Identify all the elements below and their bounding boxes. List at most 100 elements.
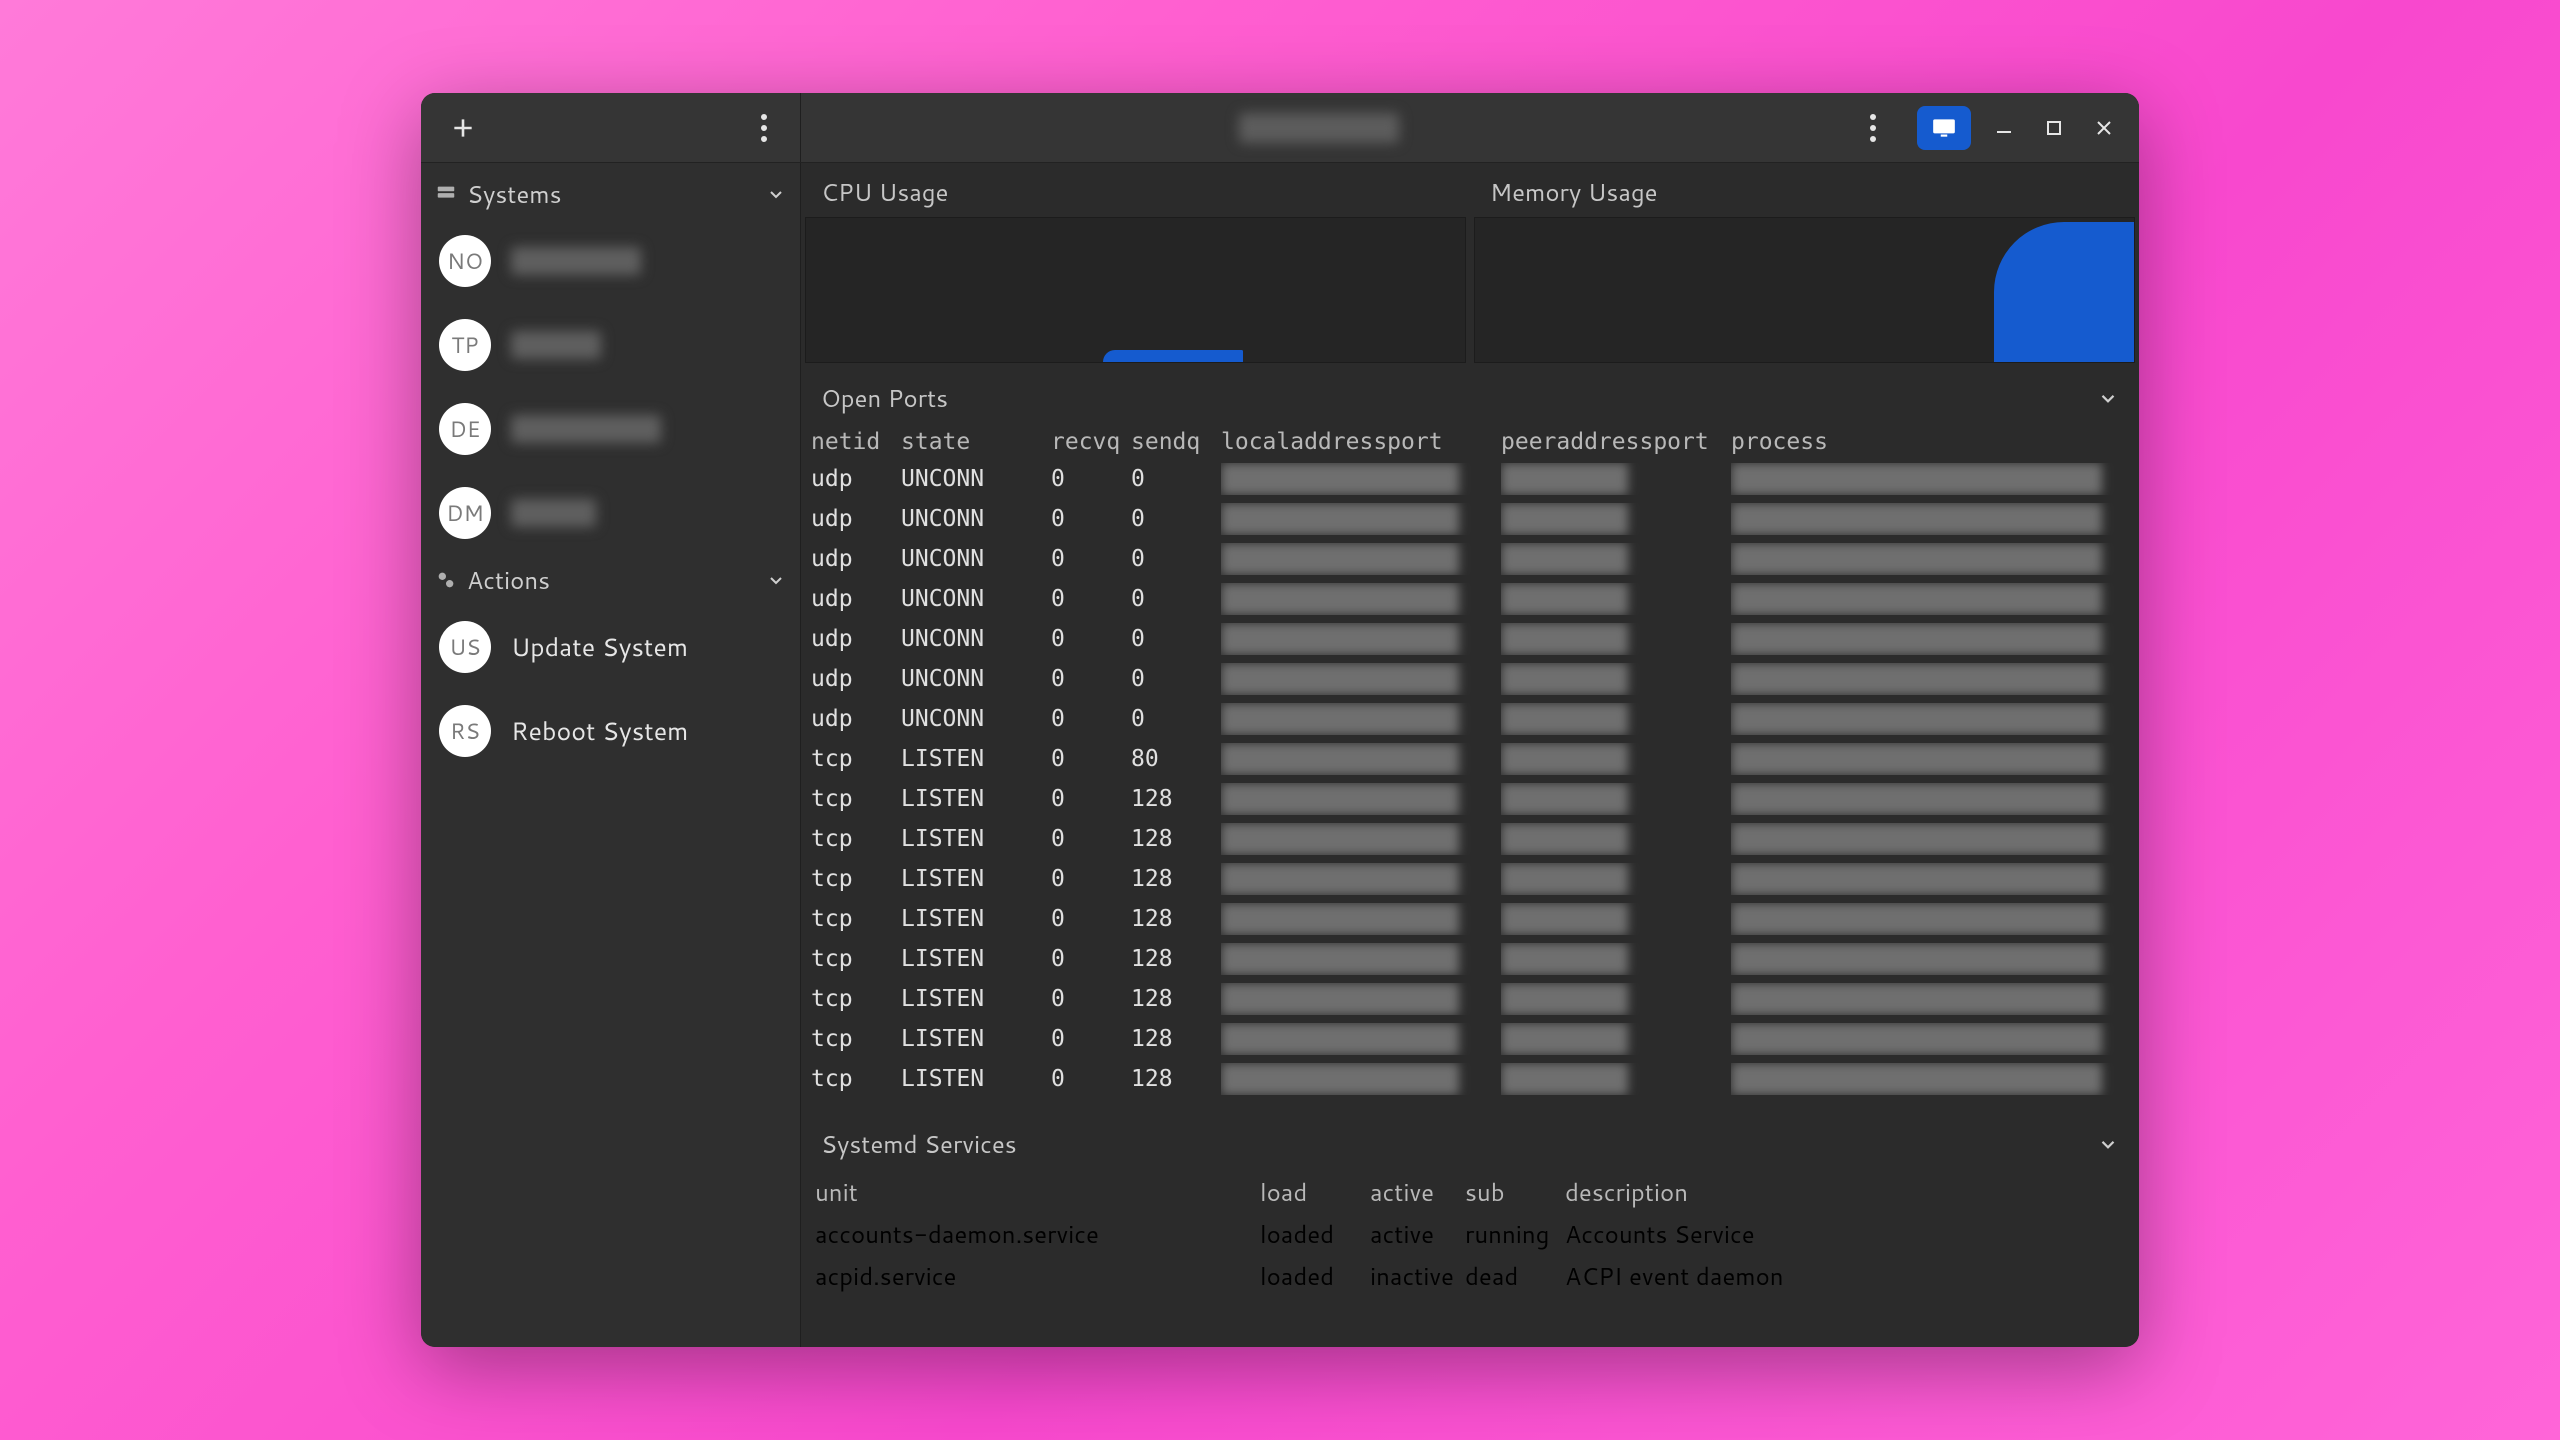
cell-process-redacted xyxy=(1731,663,2121,695)
cell-process-redacted xyxy=(1731,983,2121,1015)
app-indicator-button[interactable] xyxy=(1917,106,1971,150)
cell-recvq: 0 xyxy=(1051,626,1131,652)
table-row[interactable]: udpUNCONN00 xyxy=(811,459,2129,499)
cell-netid: tcp xyxy=(811,986,901,1012)
cell-sendq: 0 xyxy=(1131,586,1221,612)
kebab-icon xyxy=(1870,114,1876,142)
col-description: description xyxy=(1565,1175,2065,1209)
cell-recvq: 0 xyxy=(1051,546,1131,572)
cell-peeraddr-redacted xyxy=(1501,1023,1731,1055)
minimize-button[interactable] xyxy=(1979,103,2029,153)
cell-netid: tcp xyxy=(811,866,901,892)
cell-localaddr-redacted xyxy=(1221,943,1501,975)
systems-icon xyxy=(435,183,457,205)
cell-state: UNCONN xyxy=(901,586,1051,612)
open-ports-header[interactable]: Open Ports xyxy=(801,363,2139,425)
add-button[interactable] xyxy=(435,103,491,153)
sidebar-section-systems[interactable]: Systems xyxy=(421,169,800,219)
cell-recvq: 0 xyxy=(1051,666,1131,692)
sidebar-section-actions[interactable]: Actions xyxy=(421,555,800,605)
memory-usage-panel: Memory Usage xyxy=(1470,163,2139,363)
cell-state: UNCONN xyxy=(901,546,1051,572)
table-row[interactable]: tcpLISTEN080 xyxy=(811,739,2129,779)
cell-process-redacted xyxy=(1731,783,2121,815)
cell-netid: udp xyxy=(811,626,901,652)
cell-process-redacted xyxy=(1731,863,2121,895)
table-row[interactable]: tcpLISTEN0128 xyxy=(811,939,2129,979)
chevron-down-icon[interactable] xyxy=(2097,1133,2119,1155)
sidebar-item-system[interactable]: NO xyxy=(421,219,800,303)
cell-peeraddr-redacted xyxy=(1501,823,1731,855)
cell-sendq: 128 xyxy=(1131,986,1221,1012)
cell-peeraddr-redacted xyxy=(1501,943,1731,975)
table-row[interactable]: udpUNCONN00 xyxy=(811,619,2129,659)
cell-state: LISTEN xyxy=(901,906,1051,932)
table-row[interactable]: udpUNCONN00 xyxy=(811,659,2129,699)
cell-sendq: 128 xyxy=(1131,1026,1221,1052)
cell-process-redacted xyxy=(1731,623,2121,655)
table-row[interactable]: tcpLISTEN0128 xyxy=(811,779,2129,819)
table-row[interactable]: tcpLISTEN0128 xyxy=(811,899,2129,939)
sidebar-item-system[interactable]: TP xyxy=(421,303,800,387)
cell-localaddr-redacted xyxy=(1221,503,1501,535)
maximize-button[interactable] xyxy=(2029,103,2079,153)
avatar: DM xyxy=(439,487,491,539)
sidebar-item-system[interactable]: DE xyxy=(421,387,800,471)
table-row[interactable]: acpid.serviceloadedinactivedeadACPI even… xyxy=(815,1255,2125,1297)
table-row[interactable]: tcpLISTEN0128 xyxy=(811,819,2129,859)
table-row[interactable]: tcpLISTEN0128 xyxy=(811,979,2129,1019)
cell-localaddr-redacted xyxy=(1221,783,1501,815)
sidebar-item-label-redacted xyxy=(511,415,661,443)
cell-state: LISTEN xyxy=(901,986,1051,1012)
cell-recvq: 0 xyxy=(1051,706,1131,732)
col-localaddr: localaddressport xyxy=(1221,429,1501,455)
table-row[interactable]: tcpLISTEN0128 xyxy=(811,1019,2129,1059)
table-row[interactable]: udpUNCONN00 xyxy=(811,499,2129,539)
cell-peeraddr-redacted xyxy=(1501,583,1731,615)
chevron-down-icon xyxy=(766,184,786,204)
cell-unit: acpid.service xyxy=(815,1259,1260,1293)
cell-netid: tcp xyxy=(811,906,901,932)
systemd-services-header[interactable]: Systemd Services xyxy=(801,1109,2139,1171)
cell-process-redacted xyxy=(1731,943,2121,975)
sidebar-item-system[interactable]: DM xyxy=(421,471,800,555)
close-button[interactable] xyxy=(2079,103,2129,153)
cell-state: LISTEN xyxy=(901,786,1051,812)
table-row[interactable]: udpUNCONN00 xyxy=(811,539,2129,579)
cell-recvq: 0 xyxy=(1051,946,1131,972)
col-recvq: recvq xyxy=(1051,429,1131,455)
sidebar-item-label-redacted xyxy=(511,499,596,527)
col-load: load xyxy=(1260,1175,1370,1209)
sidebar-item-label: Update System xyxy=(511,630,688,665)
cell-netid: udp xyxy=(811,706,901,732)
cell-peeraddr-redacted xyxy=(1501,623,1731,655)
cell-load: loaded xyxy=(1260,1217,1370,1251)
cell-sub: running xyxy=(1465,1217,1565,1251)
right-menu-button[interactable] xyxy=(1845,103,1901,153)
cell-state: UNCONN xyxy=(901,626,1051,652)
cell-localaddr-redacted xyxy=(1221,823,1501,855)
left-menu-button[interactable] xyxy=(736,103,792,153)
table-row[interactable]: accounts-daemon.serviceloadedactiverunni… xyxy=(815,1213,2125,1255)
table-row[interactable]: tcpLISTEN0128 xyxy=(811,859,2129,899)
sidebar: Systems NO TPDE DM Actions USUpdate System… xyxy=(421,163,801,1347)
cpu-usage-title: CPU Usage xyxy=(801,163,1470,217)
table-row[interactable]: tcpLISTEN0128 xyxy=(811,1059,2129,1099)
cell-process-redacted xyxy=(1731,823,2121,855)
table-row[interactable]: udpUNCONN00 xyxy=(811,579,2129,619)
cell-state: LISTEN xyxy=(901,1066,1051,1092)
actions-icon xyxy=(435,569,457,591)
cell-state: LISTEN xyxy=(901,826,1051,852)
cell-sendq: 128 xyxy=(1131,946,1221,972)
cell-recvq: 0 xyxy=(1051,786,1131,812)
close-icon xyxy=(2094,118,2114,138)
cpu-usage-chart xyxy=(805,217,1466,363)
cell-sendq: 80 xyxy=(1131,746,1221,772)
app-window: Systems NO TPDE DM Actions USUpdate System… xyxy=(421,93,2139,1347)
chevron-down-icon[interactable] xyxy=(2097,387,2119,409)
sidebar-item-action[interactable]: USUpdate System xyxy=(421,605,800,689)
table-row[interactable]: udpUNCONN00 xyxy=(811,699,2129,739)
sidebar-item-action[interactable]: RSReboot System xyxy=(421,689,800,773)
avatar: NO xyxy=(439,235,491,287)
cell-process-redacted xyxy=(1731,503,2121,535)
